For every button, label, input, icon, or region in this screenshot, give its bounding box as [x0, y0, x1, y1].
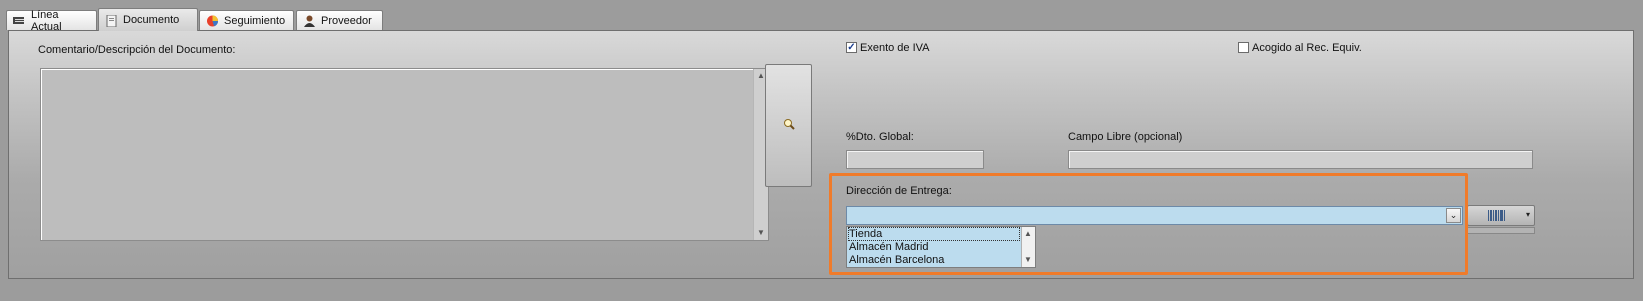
scroll-down-icon[interactable]: ▼ — [757, 229, 765, 237]
dropdown-option-almacen-barcelona[interactable]: Almacén Barcelona — [849, 254, 944, 266]
supplier-person-icon — [303, 15, 316, 27]
tab-linea-actual[interactable]: Línea Actual — [6, 8, 97, 33]
iva-checkbox[interactable]: ✓ — [846, 42, 857, 53]
dropdown-option-almacen-madrid[interactable]: Almacén Madrid — [849, 241, 928, 253]
tab-seguimiento[interactable]: Seguimiento — [199, 10, 294, 30]
tab-label: Proveedor — [321, 14, 372, 27]
scroll-up-icon[interactable]: ▲ — [757, 72, 765, 80]
dropdown-option-tienda[interactable]: Tienda — [848, 227, 1020, 241]
delivery-label: Dirección de Entrega: — [846, 185, 952, 197]
free-field-input[interactable] — [1068, 150, 1533, 169]
tab-label: Seguimiento — [224, 14, 286, 27]
tab-label: Línea Actual — [31, 8, 62, 33]
discount-label: %Dto. Global: — [846, 131, 914, 143]
chevron-down-icon[interactable]: ⌄ — [1446, 208, 1461, 223]
tab-label: Documento — [123, 14, 180, 26]
document-lines-icon — [13, 15, 26, 26]
magnifier-icon — [783, 118, 795, 133]
comment-zoom-button[interactable] — [765, 64, 812, 187]
scroll-down-icon[interactable]: ▼ — [1024, 256, 1032, 264]
dropdown-arrow-icon: ▾ — [1525, 210, 1530, 219]
barcode-menu-icon — [1488, 210, 1506, 224]
tool-strip — [1465, 227, 1535, 234]
free-field-label: Campo Libre (opcional) — [1068, 131, 1183, 143]
rec-equiv-label: Acogido al Rec. Equiv. — [1252, 42, 1362, 54]
tab-documento[interactable]: Documento — [98, 8, 198, 31]
tab-proveedor[interactable]: Proveedor — [296, 10, 383, 30]
iva-label: Exento de IVA — [860, 42, 930, 54]
dropdown-scrollbar[interactable]: ▲ ▼ — [1021, 227, 1035, 267]
tracking-chart-icon — [206, 15, 219, 27]
document-panel: Comentario/Descripción del Documento: ▲ … — [8, 30, 1634, 279]
delivery-dropdown-list: Tienda Almacén Madrid Almacén Barcelona … — [846, 226, 1036, 268]
rec-equiv-checkbox[interactable] — [1238, 42, 1249, 53]
barcode-menu-button[interactable]: ▾ — [1467, 205, 1535, 226]
discount-input[interactable] — [846, 150, 984, 169]
comment-label: Comentario/Descripción del Documento: — [38, 44, 236, 56]
document-icon — [105, 14, 118, 27]
delivery-combobox[interactable]: ⌄ — [846, 206, 1463, 225]
comment-textarea[interactable]: ▲ ▼ — [40, 68, 769, 241]
scroll-up-icon[interactable]: ▲ — [1024, 230, 1032, 238]
